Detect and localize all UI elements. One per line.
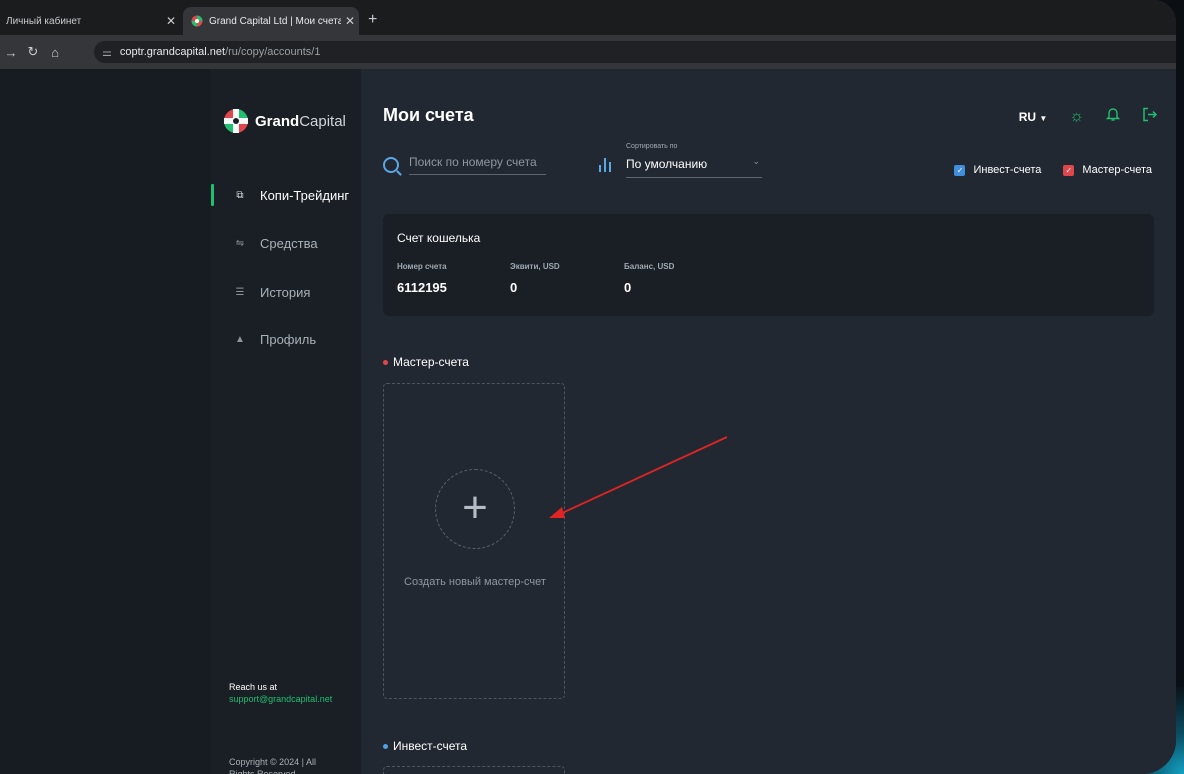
annotation-arrow (549, 436, 728, 518)
